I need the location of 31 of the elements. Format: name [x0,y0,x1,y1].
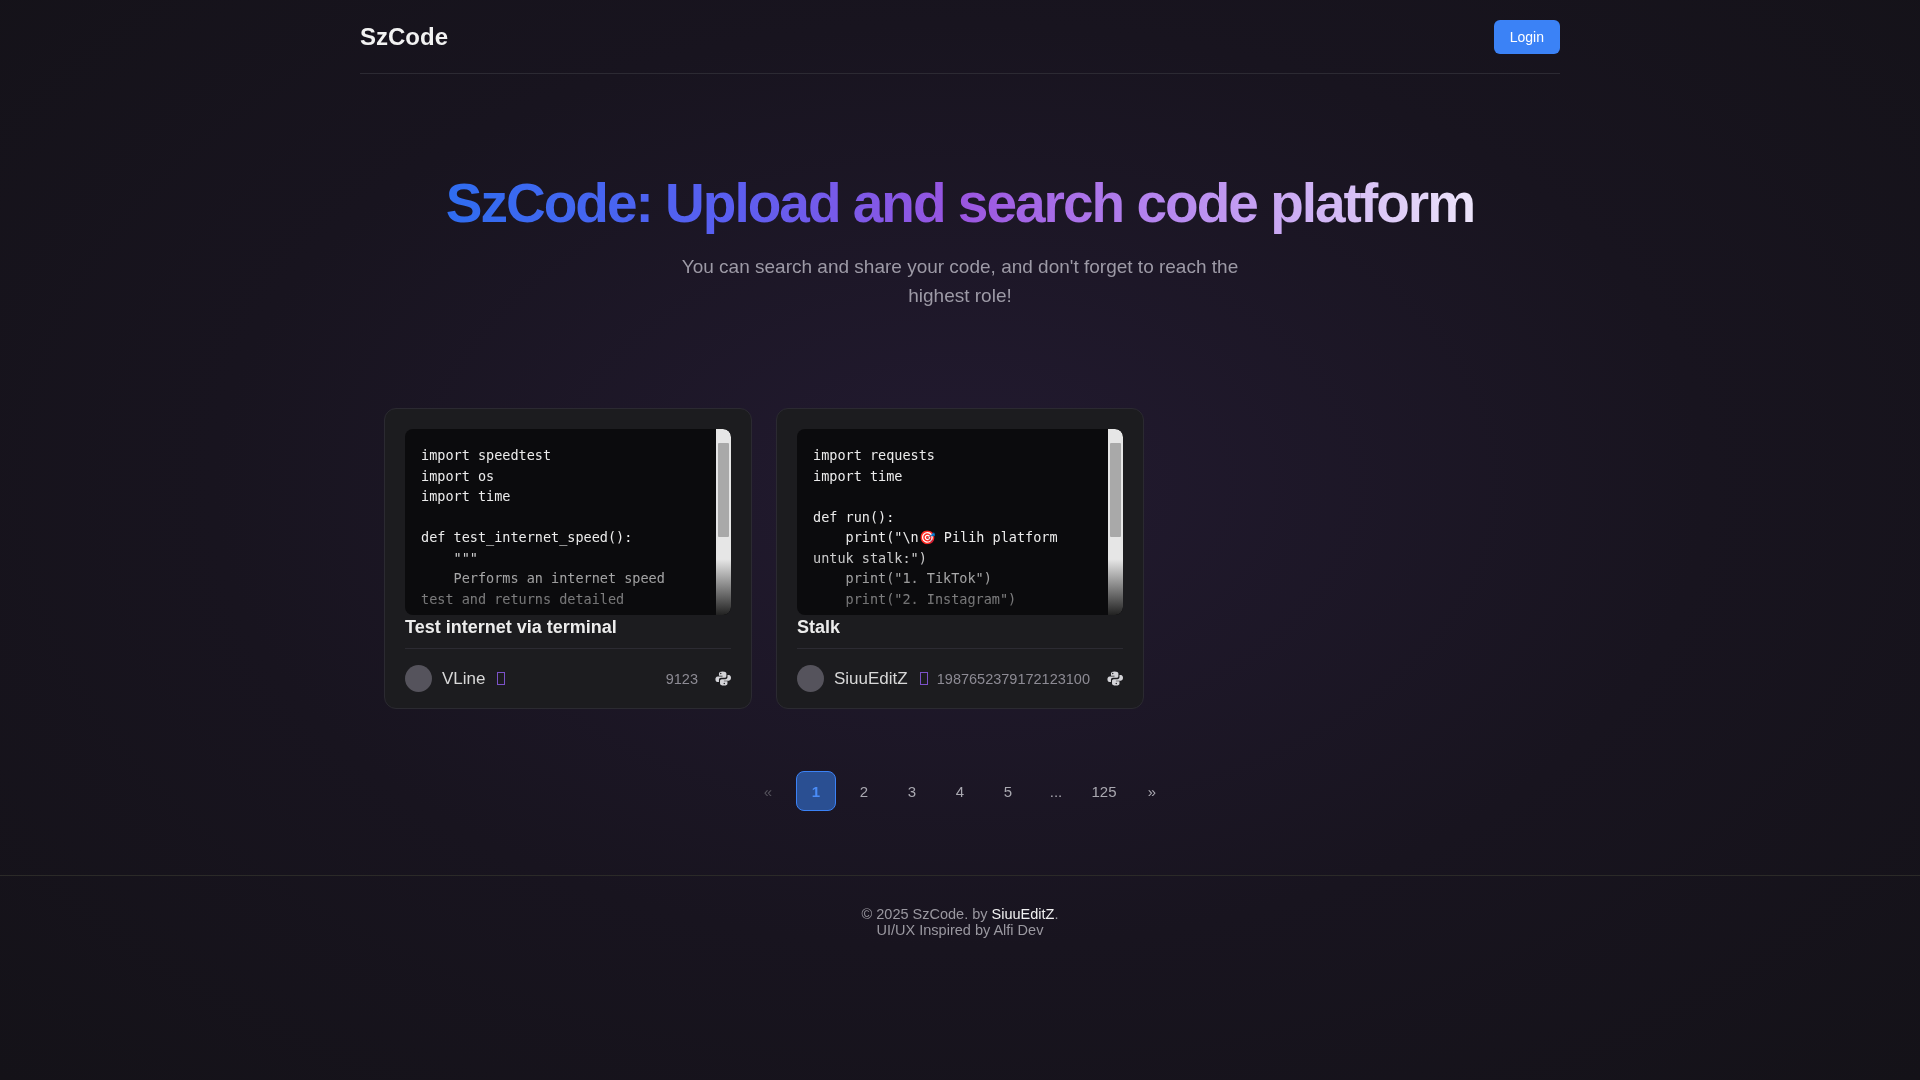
page-link[interactable]: 125 [1084,771,1124,811]
page-link[interactable]: » [1132,771,1172,811]
page-link[interactable]: 4 [940,771,980,811]
author-link[interactable]: SiuuEditZ [991,906,1055,922]
hero-subtitle: You can search and share your code, and don't forget to reach the highest role! [680,255,1240,308]
scrollbar-thumb[interactable] [718,443,729,537]
python-icon [1106,670,1123,687]
scrollbar-thumb[interactable] [1110,443,1121,537]
credit-text: UI/UX Inspired by Alfi Dev [875,922,1045,938]
page-link[interactable]: 3 [892,771,932,811]
author-name[interactable]: VLine [442,668,486,689]
copyright-text: © 2025 SzCode. by SiuuEditZ. [860,906,1060,922]
scrollbar[interactable] [1108,429,1123,615]
avatar [797,665,824,692]
snippet-title[interactable]: Stalk [797,617,1123,648]
avatar [405,665,432,692]
snippet-card[interactable]: import speedtest import os import time def test_internet_speed(): """ Performs an internet speed test and returns detailed Test internet via terminal VLine 9123 [384,408,752,709]
python-icon [714,670,731,687]
code-text: import speedtest import os import time def test_internet_speed(): """ Performs an internet speed test and returns detailed [420,446,666,609]
snippet-title[interactable]: Test internet via terminal [405,617,731,648]
snippet-card[interactable]: import requests import time def run(): print("\n🎯 Pilih platform untuk stalk:") print("1. TikTok") print("2. Instagram") Stalk SiuuEditZ 1987652379172123100 [776,408,1144,709]
page-link[interactable]: 5 [988,771,1028,811]
code-text: import requests import time def run(): print("\n🎯 Pilih platform untuk stalk:") print("1. TikTok") print("2. Instagram") [812,446,1059,609]
login-button[interactable]: Login [1493,19,1560,54]
page-link[interactable]: ... [1036,771,1076,811]
page-link[interactable]: 2 [844,771,884,811]
view-count: 9123 [665,670,698,687]
site-logo[interactable]: SzCode [360,22,448,51]
author-name[interactable]: SiuuEditZ [834,668,908,689]
view-count: 1987652379172123100 [936,670,1090,687]
scrollbar[interactable] [716,429,731,615]
